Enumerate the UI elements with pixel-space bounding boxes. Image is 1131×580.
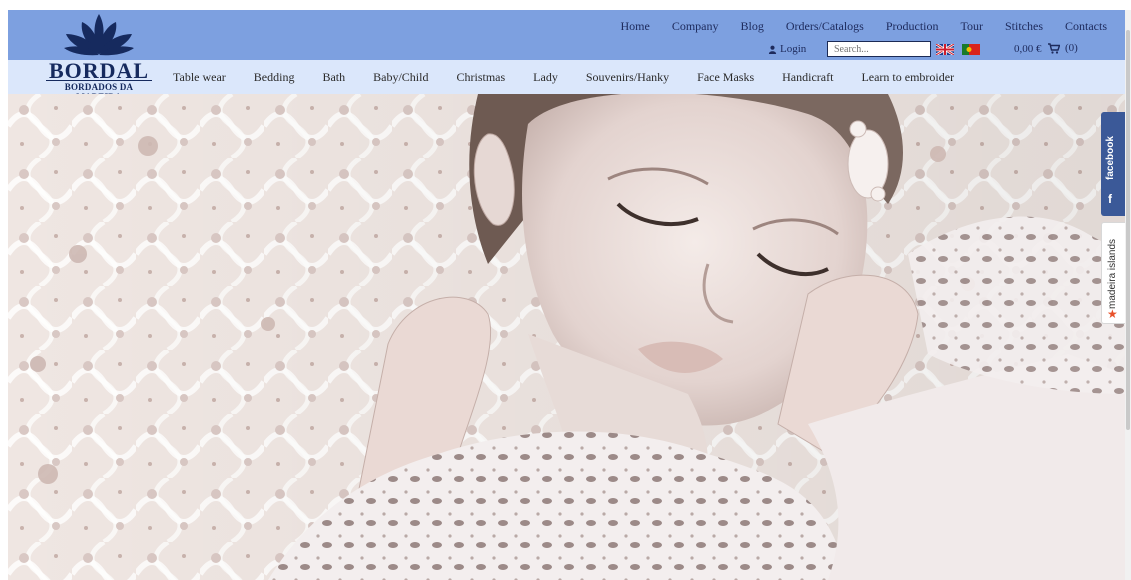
cart-total: 0,00 € — [1014, 43, 1042, 55]
top-nav-orders-catalogs[interactable]: Orders/Catalogs — [786, 19, 864, 34]
cart-link[interactable]: (0) — [1048, 42, 1078, 54]
menu-item-baby-child[interactable]: Baby/Child — [373, 70, 428, 85]
hero-banner — [8, 94, 1125, 580]
embroidery-flower-logo-icon — [64, 14, 134, 56]
menu-item-handicraft[interactable]: Handicraft — [782, 70, 833, 85]
top-nav-tour[interactable]: Tour — [961, 19, 984, 34]
browser-viewport: Home Company Blog Orders/Catalogs Produc… — [8, 10, 1125, 580]
top-bar: Home Company Blog Orders/Catalogs Produc… — [8, 10, 1125, 60]
top-nav-home[interactable]: Home — [621, 19, 650, 34]
top-nav-stitches[interactable]: Stitches — [1005, 19, 1043, 34]
top-nav-contacts[interactable]: Contacts — [1065, 19, 1107, 34]
madeira-tab-label: madeira islands — [1107, 238, 1118, 309]
menu-item-table-wear[interactable]: Table wear — [173, 70, 226, 85]
top-nav: Home Company Blog Orders/Catalogs Produc… — [599, 19, 1108, 34]
logo-divider — [46, 80, 152, 81]
page-scrollbar[interactable] — [1125, 10, 1131, 580]
scrollbar-thumb[interactable] — [1126, 30, 1130, 430]
menu-item-lady[interactable]: Lady — [533, 70, 558, 85]
uk-flag-icon[interactable] — [936, 44, 954, 55]
facebook-tab-label: facebook — [1105, 136, 1116, 180]
main-menu: Table wear Bedding Bath Baby/Child Chris… — [173, 70, 982, 85]
menu-item-souvenirs-hanky[interactable]: Souvenirs/Hanky — [586, 70, 669, 85]
top-nav-production[interactable]: Production — [886, 19, 939, 34]
facebook-icon: f — [1108, 192, 1112, 206]
menu-item-christmas[interactable]: Christmas — [456, 70, 505, 85]
hero-image-lace-portrait — [8, 94, 1125, 580]
menu-item-bedding[interactable]: Bedding — [254, 70, 295, 85]
menu-item-learn-to-embroider[interactable]: Learn to embroider — [861, 70, 954, 85]
top-nav-company[interactable]: Company — [672, 19, 719, 34]
cart-count: (0) — [1065, 42, 1078, 54]
portugal-flag-icon[interactable] — [962, 44, 980, 55]
menu-item-face-masks[interactable]: Face Masks — [697, 70, 754, 85]
facebook-side-tab[interactable]: facebook f — [1101, 112, 1125, 216]
main-menu-bar: Table wear Bedding Bath Baby/Child Chris… — [8, 60, 1125, 94]
star-icon: ★ — [1107, 307, 1118, 321]
login-link[interactable]: Login — [768, 43, 806, 55]
cart-icon — [1048, 42, 1060, 54]
madeira-islands-side-tab[interactable]: madeira islands ★ — [1101, 222, 1125, 324]
utility-bar: Login 0,00 € (0) — [8, 41, 1125, 58]
site-logo[interactable]: BORDAL BORDADOS DA MADEIRA — [42, 10, 156, 102]
top-nav-blog[interactable]: Blog — [741, 19, 764, 34]
search-input[interactable] — [827, 41, 931, 57]
user-icon — [768, 45, 777, 54]
menu-item-bath[interactable]: Bath — [322, 70, 345, 85]
login-label: Login — [780, 43, 807, 55]
